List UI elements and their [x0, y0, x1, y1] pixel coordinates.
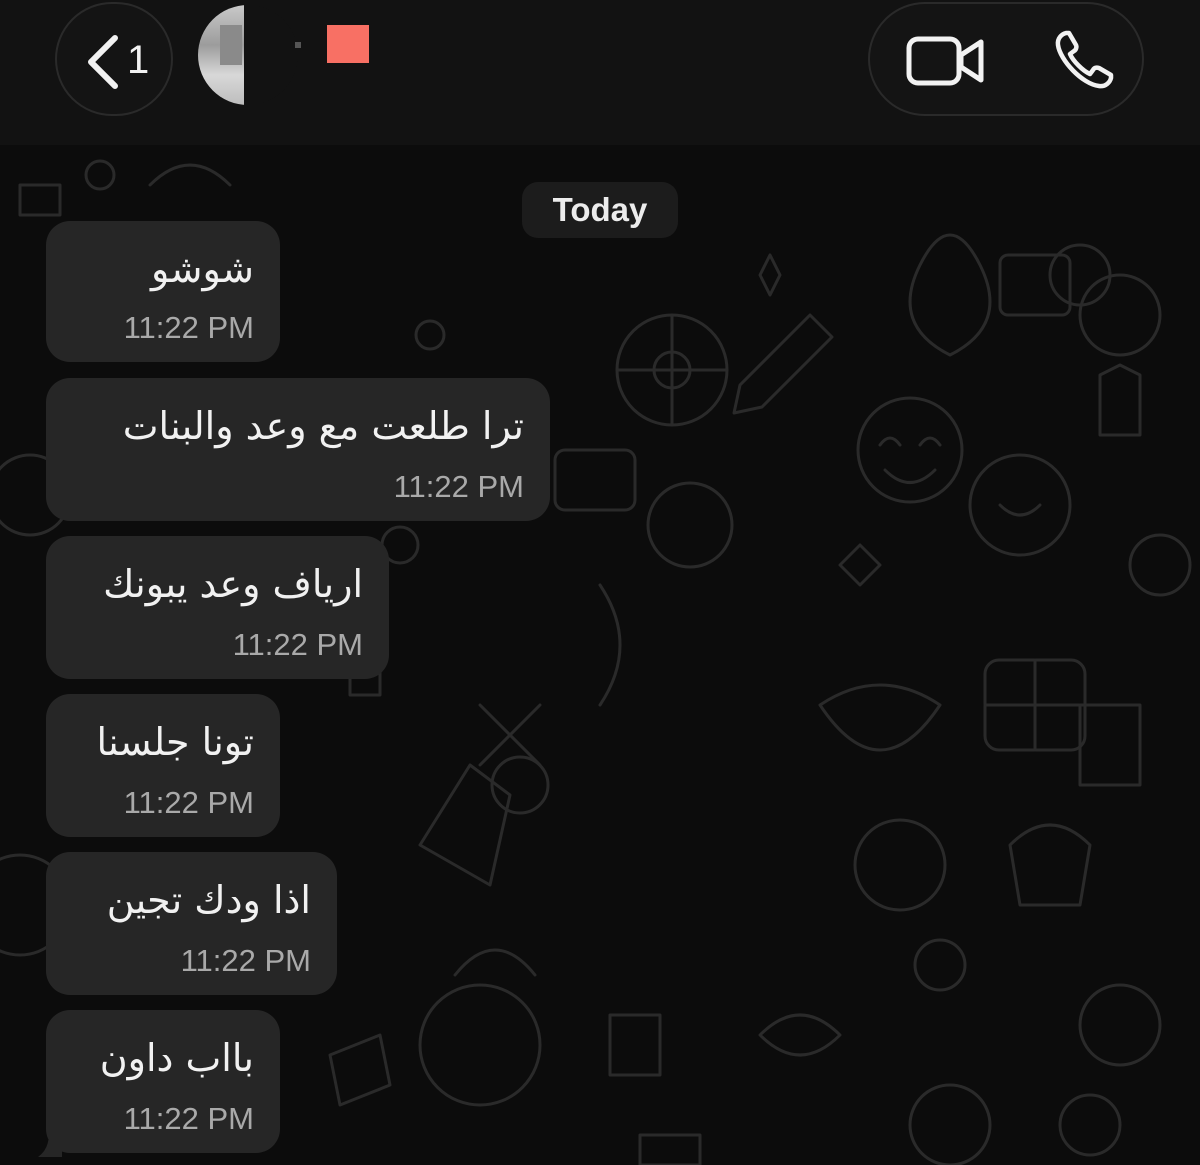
date-separator: Today — [522, 182, 678, 238]
video-camera-icon[interactable] — [906, 34, 986, 88]
bubble-tail — [38, 1125, 62, 1157]
message-bubble[interactable]: شوشو 11:22 PM — [46, 221, 280, 362]
contact-avatar[interactable] — [198, 5, 298, 105]
message-text: ترا طلعت مع وعد والبنات — [122, 404, 524, 448]
message-time: 11:22 PM — [180, 943, 311, 978]
message-time: 11:22 PM — [393, 469, 524, 504]
message-time: 11:22 PM — [123, 1101, 254, 1136]
call-actions — [868, 2, 1144, 116]
contact-name-fragment — [295, 42, 301, 48]
message-list[interactable]: Today شوشو 11:22 PM ترا طلعت مع وعد والب… — [0, 145, 1200, 1165]
message-text: اذا ودك تجين — [106, 878, 311, 922]
message-bubble[interactable]: تونا جلسنا 11:22 PM — [46, 694, 280, 837]
chat-screen: 1 Today شوشو 11:22 PM ترا طلعت مع وعد وا… — [0, 0, 1200, 1165]
message-text: تونا جلسنا — [96, 720, 254, 764]
phone-icon[interactable] — [1052, 28, 1116, 92]
message-time: 11:22 PM — [123, 785, 254, 820]
message-text: شوشو — [151, 247, 254, 291]
message-bubble[interactable]: ارياف وعد يبونك 11:22 PM — [46, 536, 389, 679]
contact-name-redaction[interactable] — [327, 25, 369, 63]
message-bubble[interactable]: بااب داون 11:22 PM — [46, 1010, 280, 1153]
unread-count: 1 — [127, 38, 150, 82]
back-button[interactable]: 1 — [55, 2, 173, 116]
message-time: 11:22 PM — [232, 627, 363, 662]
message-bubble[interactable]: ترا طلعت مع وعد والبنات 11:22 PM — [46, 378, 550, 521]
message-bubble[interactable]: اذا ودك تجين 11:22 PM — [46, 852, 337, 995]
chat-header: 1 — [0, 0, 1200, 145]
chevron-left-icon — [88, 35, 118, 89]
message-text: بااب داون — [99, 1036, 254, 1080]
message-time: 11:22 PM — [123, 310, 254, 345]
message-text: ارياف وعد يبونك — [103, 562, 363, 606]
